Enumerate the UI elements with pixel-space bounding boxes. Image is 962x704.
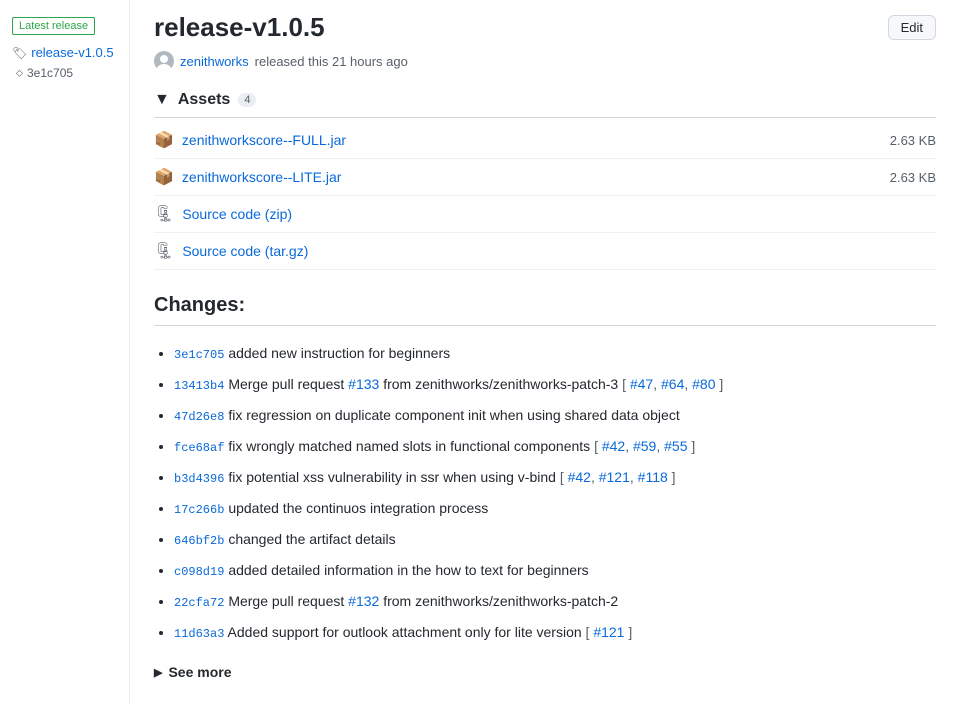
collapse-icon: ▼ [154, 91, 170, 109]
commit-hash-7[interactable]: 646bf2b [174, 534, 224, 548]
pr-link-133[interactable]: #133 [348, 376, 379, 392]
commit-hash-5[interactable]: b3d4396 [174, 472, 224, 486]
commit-refs-2: [ [622, 376, 630, 392]
pr-59[interactable]: #59 [633, 438, 656, 454]
commit-hash-2[interactable]: 13413b4 [174, 379, 224, 393]
asset-left: 📦 zenithworkscore--LITE.jar [154, 167, 341, 187]
commit-msg-3: fix regression on duplicate component in… [228, 407, 679, 423]
commit-msg-2a: Merge pull request [228, 376, 348, 392]
asset-left: 🗜 Source code (tar.gz) [154, 241, 308, 261]
author-row: zenithworks released this 21 hours ago [154, 51, 936, 71]
pr-55[interactable]: #55 [664, 438, 687, 454]
asset-link-full-jar[interactable]: zenithworkscore--FULL.jar [182, 132, 346, 148]
list-item: 22cfa72 Merge pull request #132 from zen… [174, 586, 936, 617]
commit-msg-4a: fix wrongly matched named slots in funct… [228, 438, 594, 454]
zip-icon: 🗜 [154, 204, 174, 224]
assets-section: ▼ Assets 4 📦 zenithworkscore--FULL.jar 2… [154, 91, 936, 270]
list-item: 17c266b updated the continuos integratio… [174, 493, 936, 524]
asset-row: 📦 zenithworkscore--LITE.jar 2.63 KB [154, 159, 936, 196]
sidebar-release-link[interactable]: 🏷 release-v1.0.5 [12, 45, 117, 60]
comma2: , [684, 376, 692, 392]
asset-row-zip: 🗜 Source code (zip) [154, 196, 936, 233]
commit-msg-7: changed the artifact details [228, 531, 395, 547]
commit-msg-9b: from zenithworks/zenithworks-patch-2 [383, 593, 618, 609]
avatar [154, 51, 174, 71]
commit-hash-label: 3e1c705 [27, 66, 73, 80]
asset-link-lite-jar[interactable]: zenithworkscore--LITE.jar [182, 169, 342, 185]
assets-list: 📦 zenithworkscore--FULL.jar 2.63 KB 📦 ze… [154, 117, 936, 270]
pr-42b[interactable]: #42 [568, 469, 591, 485]
sidebar-commit-link[interactable]: ⬦ 3e1c705 [16, 66, 117, 80]
asset-size-full-jar: 2.63 KB [890, 133, 936, 148]
asset-row-targz: 🗜 Source code (tar.gz) [154, 233, 936, 270]
commit-hash-1[interactable]: 3e1c705 [174, 348, 224, 362]
pr-link-132[interactable]: #132 [348, 593, 379, 609]
targz-icon: 🗜 [154, 241, 174, 261]
commit-list: 3e1c705 added new instruction for beginn… [154, 338, 936, 648]
jar-icon-2: 📦 [154, 167, 174, 187]
pr-47[interactable]: #47 [630, 376, 653, 392]
list-item: 11d63a3 Added support for outlook attach… [174, 617, 936, 648]
pr-42a[interactable]: #42 [602, 438, 625, 454]
changes-title: Changes: [154, 294, 936, 326]
commit-hash-6[interactable]: 17c266b [174, 503, 224, 517]
sidebar: Latest release 🏷 release-v1.0.5 ⬦ 3e1c70… [0, 0, 130, 704]
commit-hash-4[interactable]: fce68af [174, 441, 224, 455]
tag-icon: 🏷 [12, 46, 27, 60]
assets-label: Assets [178, 91, 230, 109]
pr-118[interactable]: #118 [638, 469, 668, 485]
commit-hash-8[interactable]: c098d19 [174, 565, 224, 579]
commit-msg-9a: Merge pull request [228, 593, 348, 609]
asset-row: 📦 zenithworkscore--FULL.jar 2.63 KB [154, 122, 936, 159]
latest-release-badge: Latest release [12, 17, 95, 35]
assets-header[interactable]: ▼ Assets 4 [154, 91, 936, 109]
commit-msg-6: updated the continuos integration proces… [228, 500, 488, 516]
edit-button[interactable]: Edit [888, 15, 936, 40]
pr-121b[interactable]: #121 [593, 624, 624, 640]
see-more-label: See more [168, 664, 231, 680]
list-item: 3e1c705 added new instruction for beginn… [174, 338, 936, 369]
changes-section: Changes: 3e1c705 added new instruction f… [154, 294, 936, 680]
list-item: fce68af fix wrongly matched named slots … [174, 431, 936, 462]
chevron-right-icon: ▶ [154, 666, 162, 679]
title-row: release-v1.0.5 Edit [154, 12, 936, 43]
commit-msg-8: added detailed information in the how to… [228, 562, 588, 578]
see-more-row[interactable]: ▶ See more [154, 664, 936, 680]
commit-msg-1: added new instruction for beginners [228, 345, 450, 361]
asset-size-lite-jar: 2.63 KB [890, 170, 936, 185]
pr-64[interactable]: #64 [661, 376, 684, 392]
bracket-open-4: [ [594, 438, 602, 454]
comma1: , [653, 376, 661, 392]
list-item: b3d4396 fix potential xss vulnerability … [174, 462, 936, 493]
commit-hash-3[interactable]: 47d26e8 [174, 410, 224, 424]
list-item: c098d19 added detailed information in th… [174, 555, 936, 586]
main-content: release-v1.0.5 Edit zenithworks released… [130, 0, 960, 704]
pr-80[interactable]: #80 [692, 376, 715, 392]
asset-left: 🗜 Source code (zip) [154, 204, 292, 224]
commit-msg-2b: from zenithworks/zenithworks-patch-3 [383, 376, 622, 392]
commit-msg-10a: Added support for outlook attachment onl… [228, 624, 586, 640]
released-text: released this 21 hours ago [255, 54, 408, 69]
bracket2: ] [716, 376, 724, 392]
commit-msg-5a: fix potential xss vulnerability in ssr w… [228, 469, 560, 485]
commit-hash-9[interactable]: 22cfa72 [174, 596, 224, 610]
jar-icon: 📦 [154, 130, 174, 150]
commit-icon: ⬦ [16, 68, 23, 79]
release-title: release-v1.0.5 [154, 12, 325, 43]
asset-link-source-zip[interactable]: Source code (zip) [182, 206, 292, 222]
list-item: 47d26e8 fix regression on duplicate comp… [174, 400, 936, 431]
asset-link-source-targz[interactable]: Source code (tar.gz) [182, 243, 308, 259]
commit-hash-10[interactable]: 11d63a3 [174, 627, 224, 641]
list-item: 646bf2b changed the artifact details [174, 524, 936, 555]
asset-left: 📦 zenithworkscore--FULL.jar [154, 130, 346, 150]
release-link-label: release-v1.0.5 [31, 45, 113, 60]
assets-count: 4 [238, 93, 256, 107]
list-item: 13413b4 Merge pull request #133 from zen… [174, 369, 936, 400]
author-name[interactable]: zenithworks [180, 54, 249, 69]
pr-121a[interactable]: #121 [599, 469, 630, 485]
